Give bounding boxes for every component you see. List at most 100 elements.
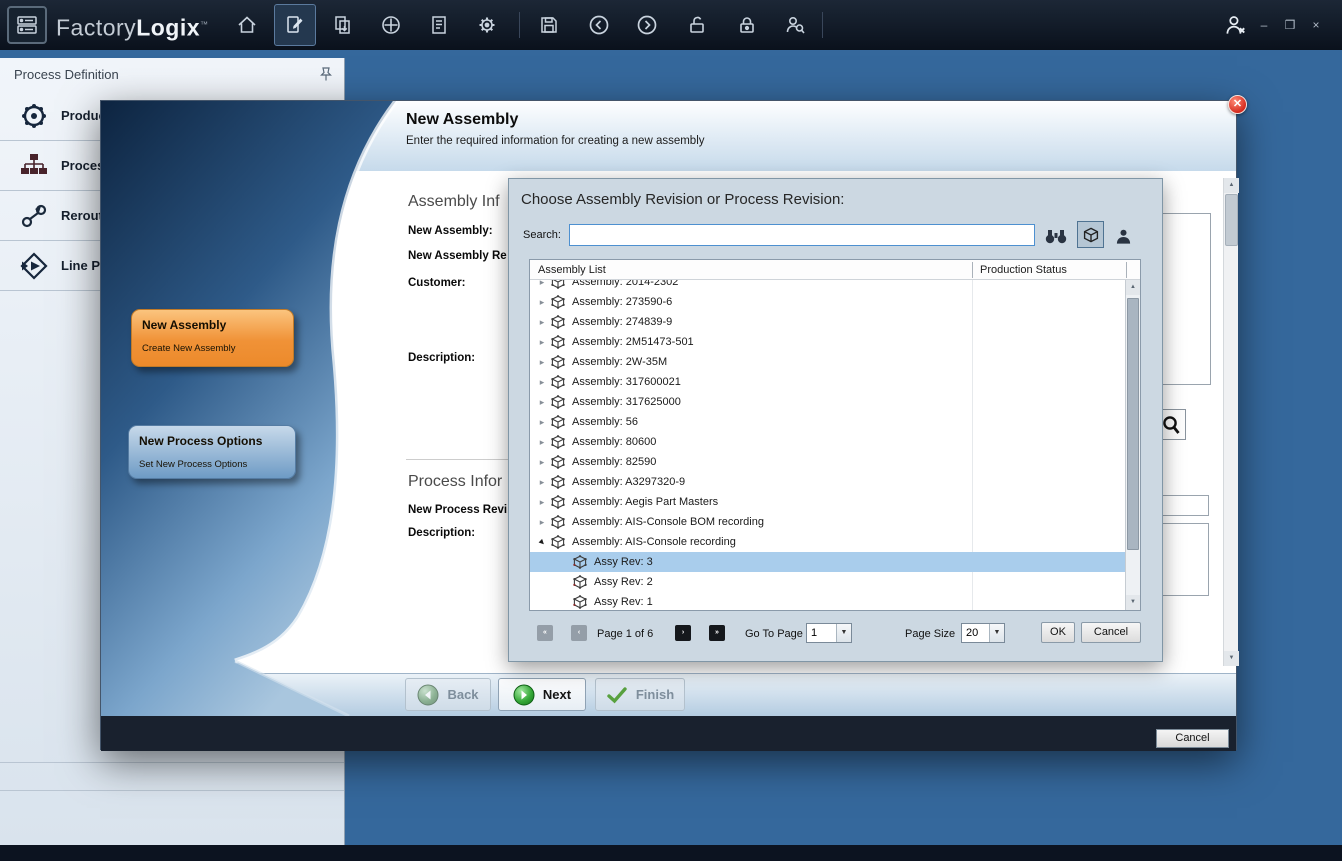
search-label: Search: [523,229,561,241]
reports-button[interactable] [418,4,460,46]
tree-expander-icon[interactable]: ▸ [536,337,548,348]
tree-expander-icon[interactable]: ▸ [536,297,548,308]
column-assembly-list[interactable]: Assembly List [538,264,606,276]
scroll-up-icon[interactable]: ▲ [1224,178,1239,193]
row-label: Assembly: Aegis Part Masters [572,496,718,508]
goto-page-select[interactable]: 1 ▼ [806,623,852,643]
toolbar-separator [822,12,823,38]
assembly-cube-icon [551,335,568,349]
next-button[interactable]: Next [498,678,586,711]
column-divider[interactable] [972,262,973,278]
lock-button[interactable] [726,4,768,46]
tree-expander-icon[interactable]: ▸ [536,317,548,328]
person-icon[interactable] [1111,224,1135,248]
unlock-button[interactable] [676,4,718,46]
pin-icon[interactable] [320,67,332,82]
chooser-cancel-button[interactable]: Cancel [1081,622,1141,643]
assembly-row[interactable]: ▸ Assembly: 2W-35M [530,352,1125,372]
tree-expander-icon[interactable]: ▸ [536,417,548,428]
minimize-button[interactable]: – [1254,16,1274,34]
list-scrollbar[interactable]: ▲ ▼ [1125,280,1140,610]
tree-expander-icon[interactable]: ▸ [534,534,550,550]
finish-label: Finish [636,687,674,702]
assembly-row[interactable]: ▸Assembly: 317625000 [530,392,1125,412]
assembly-row[interactable]: ▸Assembly: 80600 [530,432,1125,452]
tree-expander-icon[interactable]: ▸ [536,477,548,488]
tree-expander-icon[interactable]: ▸ [536,377,548,388]
settings-button[interactable] [466,4,508,46]
tree-expander-icon[interactable]: ▸ [536,497,548,508]
assembly-row[interactable]: ▸Assembly: AIS-Console BOM recording [530,512,1125,532]
redo-button[interactable] [626,4,668,46]
scrollbar-thumb[interactable] [1225,194,1238,246]
panel-separator [0,762,344,763]
binoculars-icon[interactable] [1043,225,1069,247]
dialog-bottom-strip [101,716,1236,751]
assembly-row[interactable]: ▸Assembly: 82590 [530,452,1125,472]
maximize-button[interactable]: ❒ [1280,16,1300,34]
row-label: Assembly: AIS-Console recording [572,536,736,548]
tree-expander-icon[interactable]: ▸ [536,280,548,288]
previous-page-button[interactable]: ‹ [571,625,587,641]
tree-expander-icon[interactable]: ▸ [536,517,548,528]
last-page-button[interactable]: » [709,625,725,641]
find-user-button[interactable] [774,4,816,46]
release-button[interactable] [322,4,364,46]
assembly-row[interactable]: ▸Assembly: 2M51473-501 [530,332,1125,352]
row-label: Assembly: 274839-9 [572,316,672,328]
row-label: Assy Rev: 2 [594,576,653,588]
home-button[interactable] [226,4,268,46]
assembly-row[interactable]: ▸ Assembly: AIS-Console recording [530,532,1125,552]
assembly-cube-icon [551,355,568,369]
row-label: Assembly: 56 [572,416,638,428]
navigator-button[interactable] [370,4,412,46]
next-page-button[interactable]: › [675,625,691,641]
assembly-row[interactable]: ▸ Assembly: 317600021 [530,372,1125,392]
assembly-cube-icon [551,315,568,329]
assembly-row[interactable]: ▸ Assembly: 56 [530,412,1125,432]
tree-expander-icon[interactable]: ▸ [536,437,548,448]
undo-button[interactable] [578,4,620,46]
tree-expander-icon[interactable]: ▸ [536,397,548,408]
process-definition-button[interactable] [274,4,316,46]
reports-icon [427,13,451,37]
assembly-row[interactable]: ▸ Assembly: A3297320-9 [530,472,1125,492]
save-button[interactable] [528,4,570,46]
ok-button[interactable]: OK [1041,622,1075,643]
row-label: Assembly: 317600021 [572,376,681,388]
scroll-down-icon[interactable]: ▼ [1224,651,1239,666]
tree-expander-icon[interactable]: ▸ [536,457,548,468]
back-button[interactable]: Back [405,678,491,711]
close-window-button[interactable]: × [1306,16,1326,34]
row-label: Assembly: A3297320-9 [572,476,685,488]
dialog-cancel-button[interactable]: Cancel [1156,729,1229,748]
assembly-view-toggle[interactable] [1077,221,1104,248]
scroll-up-icon[interactable]: ▲ [1126,280,1140,295]
shortcut-subtitle: Create New Assembly [142,343,283,354]
scrollbar-thumb[interactable] [1127,298,1139,550]
revision-row[interactable]: Assy Rev: 1 [530,592,1125,610]
page-size-select[interactable]: 20 ▼ [961,623,1005,643]
new-assembly-shortcut-button[interactable]: New Assembly Create New Assembly [131,309,294,367]
assembly-row[interactable]: ▸Assembly: 273590-6 [530,292,1125,312]
row-label: Assembly: 2W-35M [572,356,667,368]
assembly-row[interactable]: ▸Assembly: 2014-2302 [530,280,1125,292]
assembly-row[interactable]: ▸ Assembly: 274839-9 [530,312,1125,332]
reroute-icon [20,202,48,230]
first-page-button[interactable]: « [537,625,553,641]
tree-expander-icon[interactable]: ▸ [536,357,548,368]
search-input[interactable] [569,224,1035,246]
logout-user-button[interactable] [1214,4,1256,46]
line-program-icon [20,252,48,280]
dialog-close-button[interactable]: ✕ [1228,95,1247,114]
assembly-row[interactable]: ▸ Assembly: Aegis Part Masters [530,492,1125,512]
column-production-status[interactable]: Production Status [980,264,1067,276]
new-process-options-shortcut-button[interactable]: New Process Options Set New Process Opti… [128,425,296,479]
revision-row[interactable]: Assy Rev: 3 [530,552,1125,572]
chooser-title: Choose Assembly Revision or Process Revi… [521,191,844,208]
revision-row[interactable]: Assy Rev: 2 [530,572,1125,592]
release-icon [331,13,355,37]
finish-button[interactable]: Finish [595,678,685,711]
dialog-scrollbar[interactable]: ▲ ▼ [1223,178,1238,666]
scroll-down-icon[interactable]: ▼ [1126,595,1140,610]
